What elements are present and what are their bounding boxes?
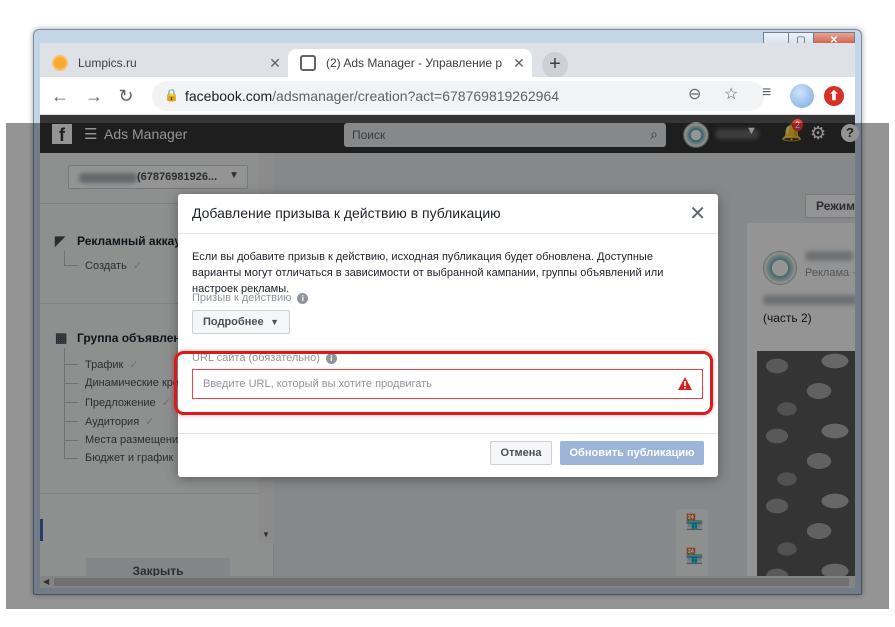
bookmark-star-icon[interactable]: ☆ — [724, 84, 738, 104]
close-icon[interactable]: ✕ — [689, 201, 706, 226]
info-icon[interactable]: i — [297, 292, 309, 304]
profile-avatar[interactable] — [790, 84, 814, 108]
browser-toolbar: ← → ↻ 🔒 facebook.com/adsmanager/creation… — [40, 77, 855, 115]
reading-list-icon[interactable]: ≡ — [762, 84, 771, 102]
cta-dropdown[interactable]: Подробнее ▼ — [192, 310, 290, 334]
forward-icon[interactable]: → — [82, 84, 106, 108]
lumpics-favicon-icon — [52, 55, 68, 71]
add-cta-dialog: Добавление призыва к действию в публикац… — [174, 194, 718, 477]
dialog-header: Добавление призыва к действию в публикац… — [178, 194, 718, 234]
extension-icon[interactable]: ⬆ — [824, 86, 844, 106]
cta-label: Призыв к действию i — [192, 292, 309, 304]
tab-lumpics[interactable]: Lumpics.ru ✕ — [40, 49, 288, 77]
cta-value: Подробнее — [203, 316, 264, 328]
highlight-outline — [174, 351, 713, 415]
reload-icon[interactable]: ↻ — [114, 84, 138, 108]
tab-strip: Lumpics.ru ✕ (2) Ads Manager - Управлени… — [40, 43, 855, 78]
tab-close-icon[interactable]: ✕ — [262, 55, 288, 72]
lock-icon: 🔒 — [164, 88, 179, 102]
tab-title: (2) Ads Manager - Управление р — [326, 56, 503, 70]
dialog-description: Если вы добавите призыв к действию, исхо… — [192, 251, 664, 295]
zoom-icon[interactable]: ⊖ — [688, 84, 701, 104]
tab-ads-manager[interactable]: (2) Ads Manager - Управление р ✕ — [288, 49, 532, 77]
update-post-button[interactable]: Обновить публикацию — [560, 441, 704, 465]
new-tab-button[interactable]: + — [542, 52, 568, 78]
tab-title: Lumpics.ru — [78, 56, 137, 70]
tab-close-icon[interactable]: ✕ — [506, 55, 532, 72]
dialog-title: Добавление призыва к действию в публикац… — [192, 205, 501, 221]
page-favicon-icon — [300, 55, 316, 71]
url-text: facebook.com/adsmanager/creation?act=678… — [185, 88, 560, 104]
address-bar[interactable]: 🔒 facebook.com/adsmanager/creation?act=6… — [152, 81, 764, 111]
cancel-button[interactable]: Отмена — [490, 441, 552, 465]
back-icon[interactable]: ← — [48, 84, 72, 108]
chevron-down-icon: ▼ — [270, 317, 279, 327]
